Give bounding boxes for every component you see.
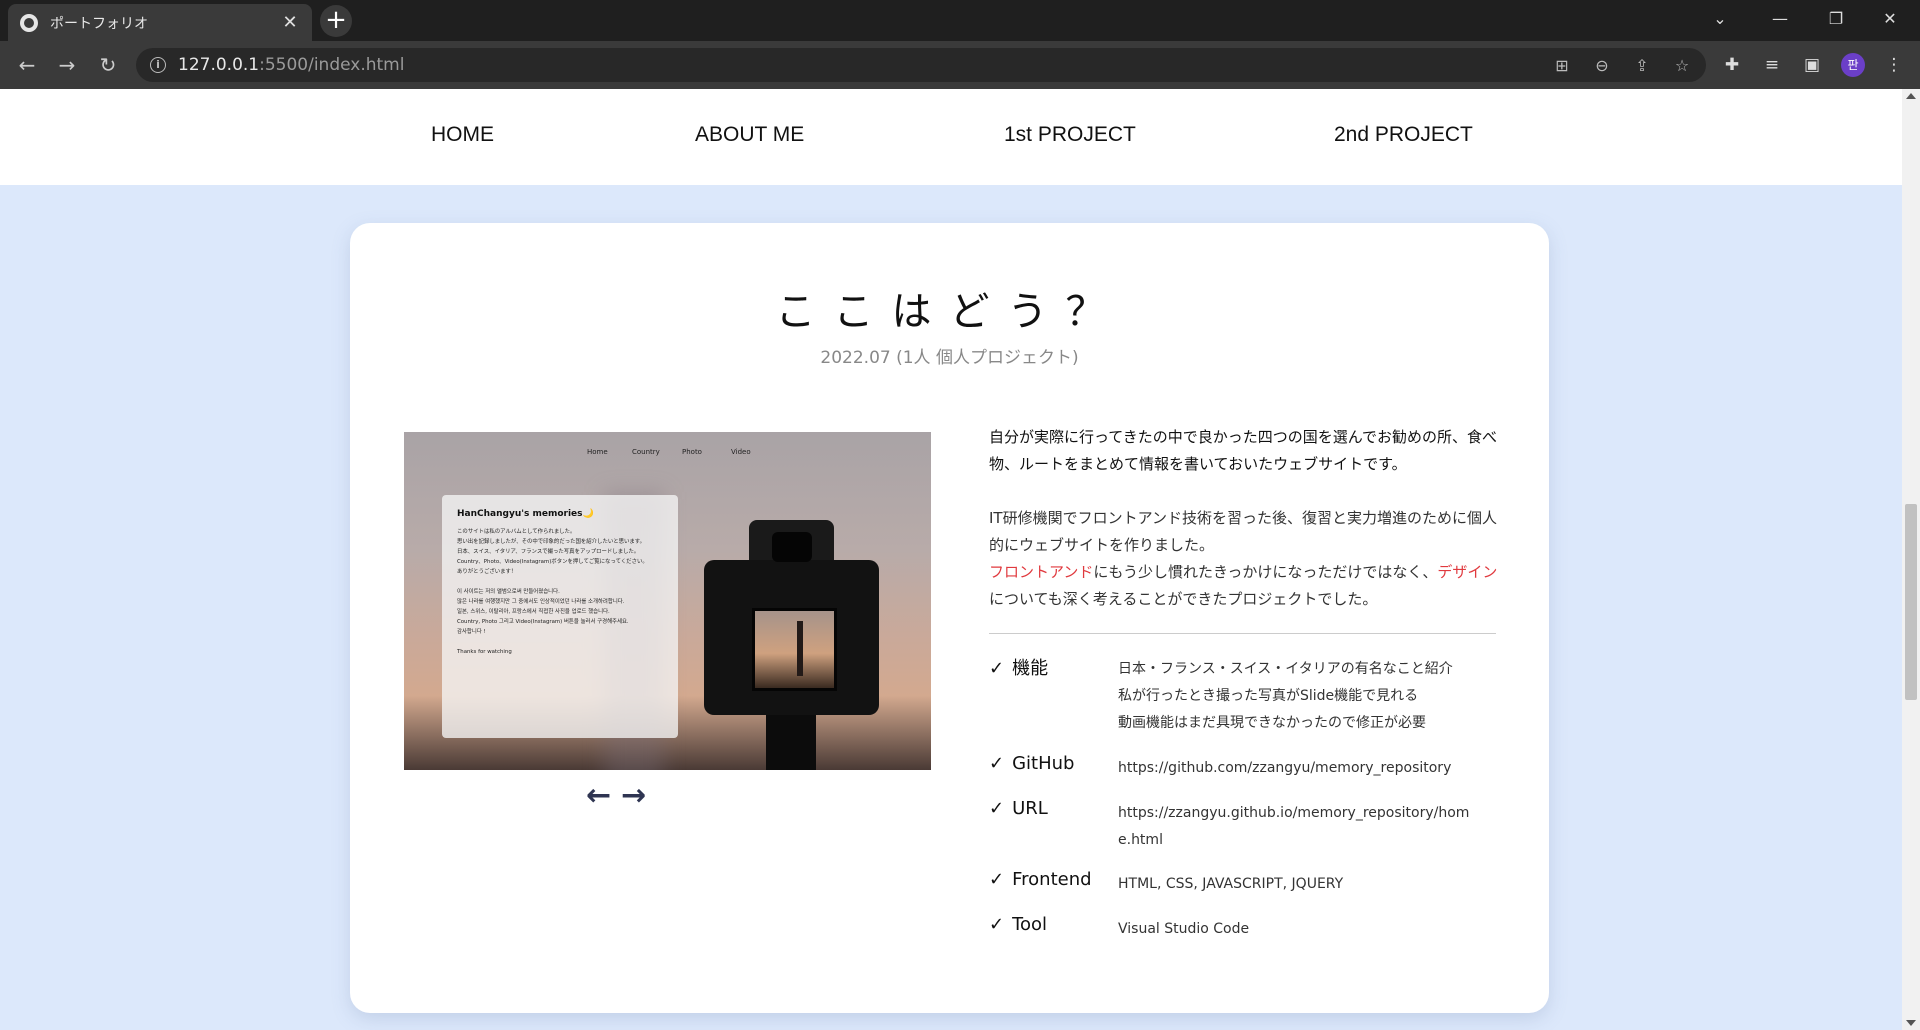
new-tab-button[interactable]: + xyxy=(320,5,352,37)
spec-key: ✓ Frontend xyxy=(989,869,1092,890)
spec-value: Visual Studio Code xyxy=(1118,921,1250,937)
profile-avatar[interactable]: 판 xyxy=(1841,53,1865,77)
spec-key-label: 機能 xyxy=(1012,658,1049,679)
shot-nav-photo: Photo xyxy=(682,448,702,456)
nav-2nd-project[interactable]: 2nd PROJECT xyxy=(1334,123,1473,147)
spec-key: ✓ GitHub xyxy=(989,753,1074,774)
scroll-up-icon[interactable] xyxy=(1906,93,1916,99)
check-icon: ✓ xyxy=(989,914,1005,935)
project-title: ここはどう？ xyxy=(775,289,1124,335)
project-description: 自分が実際に行ってきたの中で良かった四つの国を選んでお勧めの所、食べ物、ルートを… xyxy=(989,424,1499,640)
spec-key: ✓ URL xyxy=(989,798,1048,819)
check-icon: ✓ xyxy=(989,798,1005,819)
shot-nav-home: Home xyxy=(587,448,608,456)
description-paragraph-2: IT研修機関でフロントアンド技術を習った後、復習と実力増進のために個人的にウェブ… xyxy=(989,505,1499,613)
camera-photo xyxy=(704,520,879,770)
description-paragraph-1: 自分が実際に行ってきたの中で良かった四つの国を選んでお勧めの所、食べ物、ルートを… xyxy=(989,428,1498,473)
reload-icon[interactable]: ↻ xyxy=(94,51,122,79)
tab-search-icon[interactable]: ⌄ xyxy=(1690,0,1750,41)
nav-1st-project[interactable]: 1st PROJECT xyxy=(1004,123,1136,147)
spec-value-url-link[interactable]: https://zzangyu.github.io/memory_reposit… xyxy=(1118,800,1478,854)
camera-tripod xyxy=(766,715,816,770)
menu-icon[interactable]: ⋮ xyxy=(1880,51,1908,79)
side-panel-icon[interactable]: ▣ xyxy=(1798,51,1826,79)
shot-body: このサイトは私のアルバムとして作られました。 思い出を記録しましたが、その中で印… xyxy=(457,529,648,655)
spec-key-label: URL xyxy=(1012,798,1048,819)
site-nav: HOME ABOUT ME 1st PROJECT 2nd PROJECT xyxy=(0,89,1902,185)
forward-icon[interactable]: → xyxy=(53,51,81,79)
arrow-left-icon[interactable]: ← xyxy=(586,781,611,811)
spec-key-label: Frontend xyxy=(1012,869,1092,890)
desc-text-a: IT研修機関でフロントアンド技術を習った後、復習と実力増進のために個人的にウェブ… xyxy=(989,509,1497,554)
media-queue-icon[interactable]: ≡ xyxy=(1758,51,1786,79)
desc-text-c: についても深く考えることができたプロジェクトでした。 xyxy=(989,590,1378,608)
shot-heading: HanChangyu's memories🌙 xyxy=(457,509,594,519)
screen-spire xyxy=(797,621,803,676)
spec-key: ✓ Tool xyxy=(989,914,1047,935)
spec-key-label: Tool xyxy=(1012,914,1048,935)
bookmark-star-icon[interactable]: ☆ xyxy=(1671,55,1693,77)
check-icon: ✓ xyxy=(989,658,1005,679)
spec-key-label: GitHub xyxy=(1012,753,1075,774)
close-tab-icon[interactable]: ✕ xyxy=(280,12,300,33)
project-date: 2022.07 (1人 個人プロジェクト) xyxy=(820,348,1079,368)
tab-title: ポートフォリオ xyxy=(50,15,148,32)
camera-screen xyxy=(752,608,837,691)
restore-button[interactable]: ❐ xyxy=(1806,0,1866,41)
spec-value: 日本・フランス・スイス・イタリアの有名なこと紹介 私が行ったとき撮った写真がSl… xyxy=(1118,661,1453,731)
browser-titlebar: ポートフォリオ ✕ + ⌄ — ❐ ✕ xyxy=(0,0,1920,41)
camera-viewfinder xyxy=(772,532,812,562)
globe-icon xyxy=(20,13,38,32)
spec-key: ✓ 機能 xyxy=(989,654,1048,680)
address-bar[interactable]: i 127.0.0.1:5500/index.html ⊞ ⊖ ⇪ ☆ xyxy=(136,48,1706,82)
desc-highlight-frontend: フロントアンド xyxy=(989,563,1094,581)
close-window-button[interactable]: ✕ xyxy=(1860,0,1920,41)
spec-value: HTML, CSS, JAVASCRIPT, JQUERY xyxy=(1118,876,1344,892)
nav-home[interactable]: HOME xyxy=(431,123,494,147)
page-viewport: HOME ABOUT ME 1st PROJECT 2nd PROJECT ここ… xyxy=(0,89,1902,1030)
zoom-icon[interactable]: ⊖ xyxy=(1591,55,1613,77)
minimize-button[interactable]: — xyxy=(1750,0,1810,41)
url-host: 127.0.0.1 xyxy=(178,55,260,75)
scroll-down-icon[interactable] xyxy=(1906,1020,1916,1026)
desc-highlight-design: デザイン xyxy=(1437,563,1498,581)
browser-toolbar: ← → ↻ i 127.0.0.1:5500/index.html ⊞ ⊖ ⇪ … xyxy=(0,41,1920,89)
nav-about-me[interactable]: ABOUT ME xyxy=(695,123,804,147)
shot-nav-country: Country xyxy=(632,448,660,456)
project-card: ここはどう？ 2022.07 (1人 個人プロジェクト) Home Countr… xyxy=(350,223,1549,1013)
share-icon[interactable]: ⇪ xyxy=(1631,55,1653,77)
site-info-icon[interactable]: i xyxy=(150,57,166,73)
shot-intro-panel: HanChangyu's memories🌙 このサイトは私のアルバムとして作ら… xyxy=(442,495,678,738)
back-icon[interactable]: ← xyxy=(13,51,41,79)
shot-nav-video: Video xyxy=(731,448,751,456)
project-screenshot: Home Country Photo Video HanChangyu's me… xyxy=(404,432,931,770)
desc-text-b: にもう少し慣れたきっかけになっただけではなく、 xyxy=(1093,563,1438,581)
extensions-icon[interactable]: ✚ xyxy=(1718,51,1746,79)
scroll-thumb[interactable] xyxy=(1905,504,1917,700)
url-path: :5500/index.html xyxy=(259,55,405,75)
arrow-right-icon[interactable]: → xyxy=(621,781,646,811)
check-icon: ✓ xyxy=(989,869,1005,890)
check-icon: ✓ xyxy=(989,753,1005,774)
browser-tab[interactable]: ポートフォリオ ✕ xyxy=(8,4,312,41)
spec-divider xyxy=(989,633,1496,634)
translate-icon[interactable]: ⊞ xyxy=(1551,55,1573,77)
spec-value-github-link[interactable]: https://github.com/zzangyu/memory_reposi… xyxy=(1118,755,1478,782)
slide-arrows: ← → xyxy=(586,781,646,811)
page-scrollbar[interactable] xyxy=(1902,89,1920,1030)
